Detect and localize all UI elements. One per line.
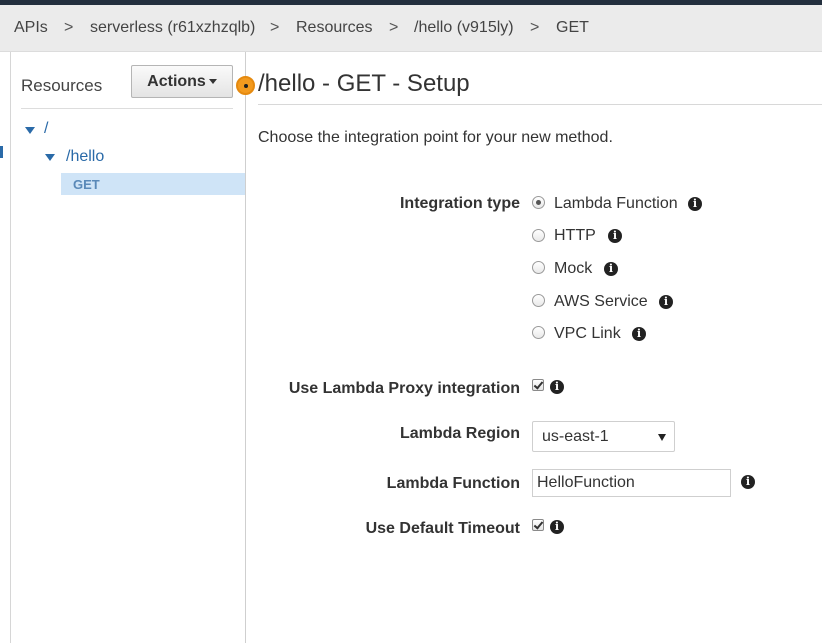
lambda-proxy-label: Use Lambda Proxy integration: [288, 380, 520, 397]
option-aws-service-label[interactable]: AWS Service: [554, 293, 648, 311]
lambda-function-input[interactable]: [532, 469, 731, 497]
left-nav-strip: [0, 52, 11, 643]
sidebar-divider: [21, 108, 233, 109]
default-timeout-checkbox[interactable]: [532, 519, 544, 531]
breadcrumb-resources[interactable]: Resources: [296, 19, 372, 37]
tree-item-hello[interactable]: /hello: [66, 148, 104, 166]
lambda-region-value: us-east-1: [542, 428, 609, 445]
info-icon[interactable]: i: [550, 520, 564, 534]
breadcrumb: APIs > serverless (r61xzhzqlb) > Resourc…: [0, 5, 822, 52]
page-title: /hello - GET - Setup: [258, 70, 470, 97]
sidebar-title: Resources: [21, 76, 103, 95]
radio-aws-service[interactable]: [532, 294, 545, 307]
breadcrumb-separator: >: [389, 19, 399, 36]
info-icon[interactable]: i: [608, 229, 622, 243]
dropdown-arrow-icon: [658, 434, 666, 441]
option-lambda-function-label[interactable]: Lambda Function: [554, 195, 678, 213]
orange-dot-icon[interactable]: [236, 76, 255, 95]
info-icon[interactable]: i: [688, 197, 702, 211]
info-icon[interactable]: i: [632, 327, 646, 341]
info-icon[interactable]: i: [741, 475, 755, 489]
lambda-proxy-checkbox[interactable]: [532, 379, 544, 391]
actions-label: Actions: [147, 73, 206, 90]
lambda-region-select[interactable]: us-east-1: [532, 421, 675, 452]
tree-expand-hello-icon[interactable]: [45, 154, 55, 161]
tree-expand-root-icon[interactable]: [25, 127, 35, 134]
radio-mock[interactable]: [532, 261, 545, 274]
tree-item-get-label: GET: [73, 177, 100, 192]
info-icon[interactable]: i: [659, 295, 673, 309]
lambda-function-label: Lambda Function: [386, 475, 520, 492]
radio-lambda-function[interactable]: [532, 196, 545, 209]
lambda-region-label: Lambda Region: [399, 425, 520, 442]
option-mock-label[interactable]: Mock: [554, 260, 592, 278]
option-http-label[interactable]: HTTP: [554, 227, 596, 245]
breadcrumb-resource-hello[interactable]: /hello (v915ly): [414, 19, 514, 37]
breadcrumb-separator: >: [64, 19, 74, 36]
option-vpc-link-label[interactable]: VPC Link: [554, 325, 621, 343]
breadcrumb-api-name[interactable]: serverless (r61xzhzqlb): [90, 19, 255, 37]
resources-sidebar: Resources Actions / /hello GET: [11, 52, 246, 643]
intro-text: Choose the integration point for your ne…: [258, 129, 613, 146]
title-divider: [258, 104, 822, 105]
breadcrumb-separator: >: [530, 19, 540, 36]
breadcrumb-separator: >: [270, 19, 280, 36]
left-nav-active-marker: [0, 146, 3, 158]
actions-button[interactable]: Actions: [131, 65, 233, 98]
radio-http[interactable]: [532, 229, 545, 242]
breadcrumb-method-get: GET: [556, 19, 589, 36]
tree-item-get-selected[interactable]: GET: [61, 173, 245, 195]
default-timeout-label: Use Default Timeout: [365, 520, 520, 537]
radio-vpc-link[interactable]: [532, 326, 545, 339]
info-icon[interactable]: i: [604, 262, 618, 276]
tree-item-root[interactable]: /: [44, 120, 48, 138]
integration-type-label: Integration type: [399, 195, 520, 212]
info-icon[interactable]: i: [550, 380, 564, 394]
chevron-down-icon: [208, 79, 217, 85]
breadcrumb-apis[interactable]: APIs: [14, 19, 48, 37]
